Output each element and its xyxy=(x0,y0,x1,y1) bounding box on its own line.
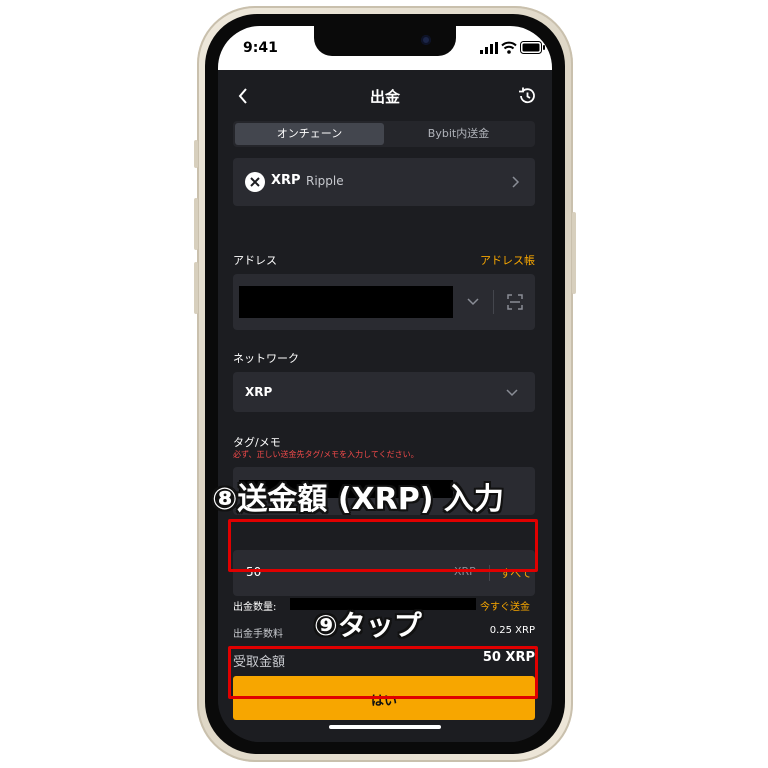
coin-selector[interactable]: XRP Ripple xyxy=(233,158,535,206)
divider xyxy=(493,290,494,314)
tab-bar: オンチェーン Bybit内送金 xyxy=(233,121,535,147)
page-title: 出金 xyxy=(369,88,400,106)
wifi-icon xyxy=(501,41,517,54)
coin-name: Ripple xyxy=(306,174,344,188)
status-bar: 9:41 xyxy=(218,26,552,70)
chevron-down-icon xyxy=(506,389,518,397)
notch xyxy=(314,26,456,56)
volume-down-button xyxy=(194,262,198,314)
tag-warning: 必ず、正しい送金先タグ/メモを入力してください。 xyxy=(233,450,419,459)
xrp-coin-icon xyxy=(245,172,265,192)
home-indicator xyxy=(329,725,441,729)
network-value: XRP xyxy=(245,385,273,399)
confirm-highlight-box xyxy=(228,646,538,699)
annotation-step9: ⑨タップ xyxy=(314,609,422,642)
volume-up-button xyxy=(194,198,198,250)
fee-label: 出金手数料 xyxy=(233,629,283,640)
tab-internal-transfer[interactable]: Bybit内送金 xyxy=(384,123,533,145)
fee-value: 0.25 XRP xyxy=(489,625,535,636)
address-label: アドレス xyxy=(233,254,277,267)
annotation-step8: ⑧送金額 (XRP) 入力 xyxy=(212,482,504,517)
history-icon[interactable] xyxy=(517,86,537,106)
battery-icon xyxy=(520,41,545,54)
coin-symbol: XRP xyxy=(271,173,301,188)
address-input[interactable] xyxy=(233,274,535,330)
front-camera xyxy=(421,35,431,45)
chevron-right-icon xyxy=(512,176,520,188)
mute-switch xyxy=(194,140,198,168)
tag-label: タグ/メモ xyxy=(233,436,281,449)
signal-icon xyxy=(480,42,498,54)
redacted-address xyxy=(239,286,453,318)
amount-highlight-box xyxy=(228,519,538,572)
chevron-down-icon[interactable] xyxy=(467,298,479,306)
network-label: ネットワーク xyxy=(233,352,299,365)
power-button xyxy=(572,212,576,294)
withdraw-amount-label: 出金数量: xyxy=(233,602,277,613)
status-time: 9:41 xyxy=(243,40,278,56)
scan-icon[interactable] xyxy=(507,294,523,310)
instant-send-link[interactable]: 今すぐ送金 xyxy=(480,598,530,613)
tab-onchain[interactable]: オンチェーン xyxy=(235,123,384,145)
network-select[interactable]: XRP xyxy=(233,372,535,412)
address-book-link[interactable]: アドレス帳 xyxy=(480,252,535,268)
